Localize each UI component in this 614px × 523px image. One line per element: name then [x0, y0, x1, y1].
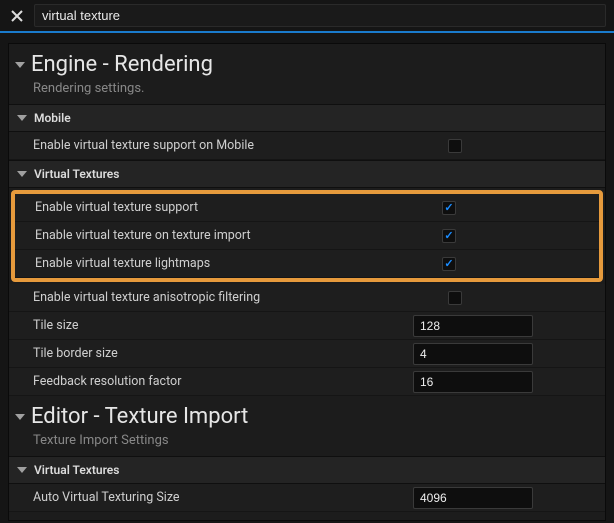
chevron-down-icon	[17, 467, 27, 473]
checkbox-enable-vt-import[interactable]	[442, 229, 456, 243]
group-label: Virtual Textures	[34, 167, 119, 181]
chevron-down-icon	[17, 115, 27, 121]
section-title: Editor - Texture Import	[31, 404, 248, 429]
row-tile-border-size: Tile border size	[9, 340, 605, 368]
row-enable-vt-lightmaps: Enable virtual texture lightmaps	[15, 250, 599, 278]
section-header-rendering[interactable]: Engine - Rendering	[9, 44, 605, 79]
input-tile-size[interactable]	[413, 315, 533, 337]
checkbox-enable-vt-aniso[interactable]	[448, 291, 462, 305]
row-feedback-resolution: Feedback resolution factor	[9, 368, 605, 396]
section-description: Texture Import Settings	[9, 431, 605, 456]
checkbox-enable-mobile-vt[interactable]	[448, 139, 462, 153]
row-tile-size: Tile size	[9, 312, 605, 340]
checkbox-enable-vt-lightmaps[interactable]	[442, 257, 456, 271]
row-enable-vt-import: Enable virtual texture on texture import	[15, 222, 599, 250]
group-label: Virtual Textures	[34, 463, 119, 477]
chevron-down-icon	[17, 171, 27, 177]
group-header-ti-virtual-textures[interactable]: Virtual Textures	[9, 456, 605, 484]
chevron-down-icon	[15, 414, 25, 420]
row-label: Auto Virtual Texturing Size	[33, 490, 413, 505]
close-icon[interactable]	[8, 7, 26, 25]
highlight-box: Enable virtual texture support Enable vi…	[11, 190, 603, 282]
row-label: Tile size	[33, 318, 413, 333]
row-label: Enable virtual texture support on Mobile	[33, 138, 413, 153]
group-label: Mobile	[34, 111, 71, 125]
section-description: Rendering settings.	[9, 79, 605, 104]
group-header-mobile[interactable]: Mobile	[9, 104, 605, 132]
search-bar	[0, 0, 614, 33]
checkbox-enable-vt-support[interactable]	[442, 201, 456, 215]
input-tile-border-size[interactable]	[413, 343, 533, 365]
row-label: Enable virtual texture on texture import	[35, 228, 407, 243]
settings-panel: Engine - Rendering Rendering settings. M…	[8, 43, 606, 521]
section-title: Engine - Rendering	[31, 52, 213, 77]
row-enable-vt-aniso: Enable virtual texture anisotropic filte…	[9, 284, 605, 312]
row-label: Enable virtual texture lightmaps	[35, 256, 407, 271]
row-label: Feedback resolution factor	[33, 374, 413, 389]
input-feedback-resolution[interactable]	[413, 371, 533, 393]
row-enable-mobile-vt: Enable virtual texture support on Mobile	[9, 132, 605, 160]
row-auto-vt-size: Auto Virtual Texturing Size	[9, 484, 605, 512]
row-label: Enable virtual texture support	[35, 200, 407, 215]
section-header-texture-import[interactable]: Editor - Texture Import	[9, 396, 605, 431]
search-input[interactable]	[34, 4, 606, 27]
input-auto-vt-size[interactable]	[413, 487, 533, 509]
chevron-down-icon	[15, 62, 25, 68]
group-header-virtual-textures[interactable]: Virtual Textures	[9, 160, 605, 188]
row-label: Tile border size	[33, 346, 413, 361]
row-label: Enable virtual texture anisotropic filte…	[33, 290, 413, 305]
row-enable-vt-support: Enable virtual texture support	[15, 194, 599, 222]
